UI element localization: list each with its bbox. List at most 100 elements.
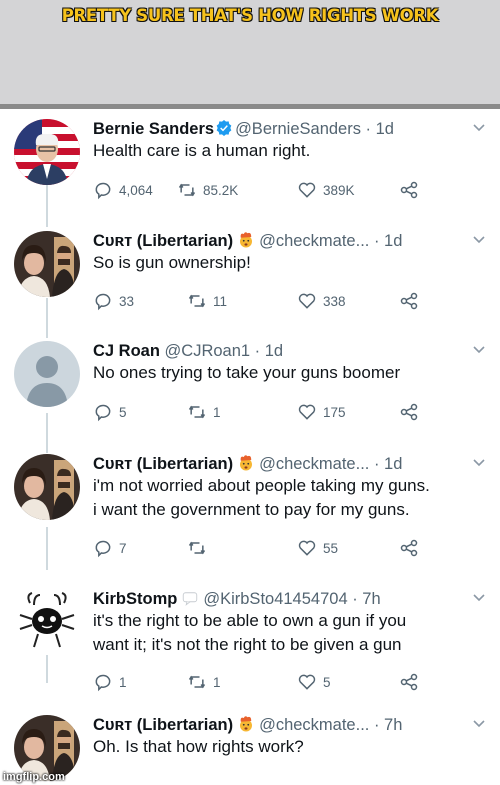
author-handle[interactable]: @checkmate... · 1d [259,455,402,473]
tweet[interactable]: Bernie Sanders @BernieSanders · 1d Health… [0,115,500,229]
reply-count: 4,064 [119,182,153,198]
reply-button[interactable]: 7 [93,537,127,559]
retweet-button[interactable]: 1 [187,671,221,693]
tweet-content: Cᴜʀᴛ (Libertarian) @checkmate... · 1d i'm… [93,454,480,521]
heart-icon [298,293,316,309]
cartoon-avatar[interactable] [14,589,80,655]
tweet[interactable]: KirbStomp @KirbSto41454704 · 7h it's the … [0,585,500,699]
retweet-count: 85.2K [203,182,239,198]
retweet-button[interactable] [187,537,213,559]
heart-icon [298,404,316,420]
author-name[interactable]: Cᴜʀᴛ (Libertarian) [93,232,233,250]
reply-button[interactable]: 5 [93,401,127,423]
curt-avatar[interactable] [14,231,80,297]
heart-icon [298,540,316,556]
author-name[interactable]: CJ Roan [93,342,160,360]
reply-button[interactable]: 4,064 [93,179,153,201]
reply-count: 7 [119,540,127,556]
chevron-down-icon[interactable] [472,456,486,470]
exploding-head-emoji [240,232,253,248]
reply-count: 33 [119,293,135,309]
curt-avatar[interactable] [14,454,80,520]
like-button[interactable]: 55 [297,537,338,559]
reply-icon [95,540,111,558]
speech-bubble-emoji [183,592,198,606]
like-count: 389K [323,182,355,198]
reply-button[interactable]: 33 [93,290,134,312]
tweet-header: Cᴜʀᴛ (Libertarian) @checkmate... · 1d [93,454,480,474]
reply-icon [95,182,111,200]
author-name[interactable]: Bernie Sanders [93,120,214,138]
like-button[interactable]: 175 [297,401,346,423]
reply-count: 5 [119,404,127,420]
tweet[interactable]: Cᴜʀᴛ (Libertarian) @checkmate... · 7h Oh.… [0,711,500,785]
tweet-content: CJ Roan @CJRoan1 · 1d No ones trying to … [93,341,480,384]
tweet-text: No ones trying to take your guns boomer [93,363,401,382]
like-count: 5 [323,674,331,690]
share-icon [400,292,418,310]
retweet-button[interactable]: 1 [187,401,221,423]
tweet-header: Bernie Sanders @BernieSanders · 1d [93,119,480,139]
tweet-text-line: i want the government to pay for my guns… [93,500,410,519]
author-name[interactable]: Cᴜʀᴛ (Libertarian) [93,455,233,473]
tweet[interactable]: Cᴜʀᴛ (Libertarian) @checkmate... · 1d i'm… [0,450,500,564]
tweet-content: Bernie Sanders @BernieSanders · 1d Health… [93,119,480,162]
share-button[interactable] [399,290,419,312]
share-icon [400,673,418,691]
share-icon [400,539,418,557]
share-button[interactable] [399,671,419,693]
meme-caption-panel: PRETTY SURE THAT'S HOW RIGHTS WORK [0,0,500,104]
tweet-actions: 5 1 175 [93,401,433,423]
author-handle[interactable]: @CJRoan1 · 1d [165,342,284,360]
retweet-button[interactable]: 85.2K [177,179,238,201]
author-handle[interactable]: @BernieSanders · 1d [235,120,394,138]
retweet-icon [188,541,206,555]
tweet[interactable]: Cᴜʀᴛ (Libertarian) @checkmate... · 1d So … [0,227,500,341]
share-button[interactable] [399,537,419,559]
default-avatar[interactable] [14,341,80,407]
share-button[interactable] [399,179,419,201]
retweet-count: 11 [213,293,228,309]
reply-count: 1 [119,674,127,690]
tweet-header: CJ Roan @CJRoan1 · 1d [93,341,480,361]
chevron-down-icon[interactable] [472,233,486,247]
heart-icon [298,182,316,198]
chevron-down-icon[interactable] [472,121,486,135]
reply-button[interactable]: 1 [93,671,127,693]
like-button[interactable]: 338 [297,290,346,312]
tweet-actions: 33 11 338 [93,290,433,312]
exploding-head-emoji [240,455,253,471]
chevron-down-icon[interactable] [472,717,486,731]
author-name[interactable]: Cᴜʀᴛ (Libertarian) [93,716,233,734]
share-icon [400,403,418,421]
verified-icon [216,120,232,136]
share-button[interactable] [399,401,419,423]
tweet-text-line: i'm not worried about people taking my g… [93,476,430,495]
tweet[interactable]: CJ Roan @CJRoan1 · 1d No ones trying to … [0,337,500,451]
tweet-content: KirbStomp @KirbSto41454704 · 7h it's the … [93,589,480,656]
author-name[interactable]: KirbStomp [93,590,177,608]
author-handle[interactable]: @checkmate... · 7h [259,716,402,734]
retweet-button[interactable]: 11 [187,290,227,312]
chevron-down-icon[interactable] [472,591,486,605]
tweet-text: Oh. Is that how rights work? [93,737,304,756]
bernie-avatar[interactable] [14,119,80,185]
tweet-header: KirbStomp @KirbSto41454704 · 7h [93,589,480,609]
meme-caption: PRETTY SURE THAT'S HOW RIGHTS WORK [61,6,439,25]
author-handle[interactable]: @checkmate... · 1d [259,232,402,250]
share-icon [400,181,418,199]
retweet-icon [188,405,206,419]
reply-icon [95,404,111,422]
chevron-down-icon[interactable] [472,343,486,357]
like-button[interactable]: 5 [297,671,331,693]
like-count: 175 [323,404,346,420]
like-button[interactable]: 389K [297,179,355,201]
tweet-text-line: it's the right to be able to own a gun i… [93,611,407,630]
watermark: imgflip.com [3,771,65,783]
tweet-content: Cᴜʀᴛ (Libertarian) @checkmate... · 1d So … [93,231,480,274]
tweet-content: Cᴜʀᴛ (Libertarian) @checkmate... · 7h Oh.… [93,715,480,758]
retweet-icon [178,183,196,197]
author-handle[interactable]: @KirbSto41454704 · 7h [203,590,380,608]
reply-icon [95,674,111,692]
tweet-text-line: want it; it's not the right to be given … [93,635,402,654]
